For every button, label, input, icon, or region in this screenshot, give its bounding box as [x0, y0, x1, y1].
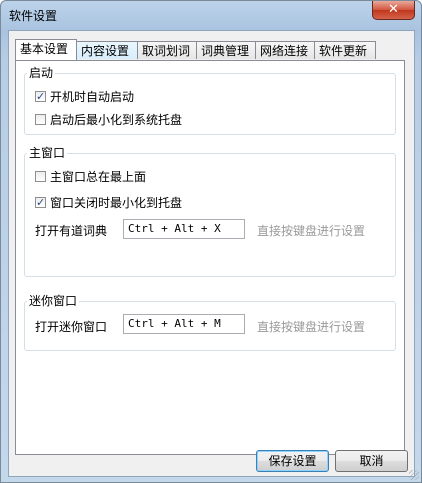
tab-word-capture[interactable]: 取词划词 [137, 41, 197, 59]
auto-start-checkbox-row[interactable]: ✓ 开机时自动启动 [35, 88, 134, 104]
window-title: 软件设置 [9, 9, 58, 23]
always-on-top-checkbox[interactable] [35, 170, 46, 182]
check-icon: ✓ [36, 89, 46, 103]
startup-group-title: 启动 [27, 64, 56, 81]
tab-software-update[interactable]: 软件更新 [314, 41, 376, 59]
settings-window: 软件设置 ✕ 基本设置 内容设置 取词划词 词典管理 网络连接 软件更新 启动 … [0, 0, 422, 483]
dialog-client-area: 基本设置 内容设置 取词划词 词典管理 网络连接 软件更新 启动 ✓ 开机时自动… [8, 30, 415, 477]
mini-window-group-title: 迷你窗口 [27, 292, 80, 309]
always-on-top-label: 主窗口总在最上面 [50, 169, 147, 184]
resize-grip[interactable] [409, 470, 419, 480]
minimize-to-tray-label: 启动后最小化到系统托盘 [50, 112, 183, 127]
open-mini-window-hotkey-hint: 直接按键盘进行设置 [257, 320, 366, 334]
close-button[interactable]: ✕ [372, 1, 415, 20]
close-to-tray-checkbox[interactable]: ✓ [35, 195, 46, 209]
auto-start-checkbox[interactable]: ✓ [35, 89, 46, 103]
tab-content-settings[interactable]: 内容设置 [76, 41, 138, 59]
always-on-top-checkbox-row[interactable]: 主窗口总在最上面 [35, 168, 146, 184]
tab-dictionary-management[interactable]: 词典管理 [196, 41, 256, 59]
tab-strip: 基本设置 内容设置 取词划词 词典管理 网络连接 软件更新 [15, 39, 405, 61]
check-icon: ✓ [36, 195, 46, 209]
open-dictionary-hotkey-input[interactable]: Ctrl + Alt + X [123, 219, 245, 239]
tab-basic-settings[interactable]: 基本设置 [15, 39, 77, 60]
open-mini-window-hotkey-input[interactable]: Ctrl + Alt + M [123, 314, 245, 334]
open-dictionary-hotkey-label: 打开有道词典 [35, 224, 108, 238]
cancel-button[interactable]: 取消 [335, 450, 408, 472]
mini-window-group: 迷你窗口 打开迷你窗口 Ctrl + Alt + M 直接按键盘进行设置 [24, 292, 396, 351]
basic-settings-panel: 启动 ✓ 开机时自动启动 启动后最小化到系统托盘 主窗口 主窗口总在最上面 ✓ … [15, 60, 405, 455]
close-to-tray-checkbox-row[interactable]: ✓ 窗口关闭时最小化到托盘 [35, 194, 182, 210]
auto-start-label: 开机时自动启动 [50, 89, 135, 104]
save-settings-button[interactable]: 保存设置 [256, 450, 329, 472]
open-mini-window-hotkey-label: 打开迷你窗口 [35, 320, 108, 334]
close-to-tray-label: 窗口关闭时最小化到托盘 [50, 195, 183, 210]
tab-network-connection[interactable]: 网络连接 [255, 41, 315, 59]
title-bar[interactable]: 软件设置 ✕ [1, 1, 421, 29]
minimize-to-tray-checkbox[interactable] [35, 113, 46, 125]
startup-group: 启动 ✓ 开机时自动启动 启动后最小化到系统托盘 [24, 64, 396, 135]
minimize-to-tray-checkbox-row[interactable]: 启动后最小化到系统托盘 [35, 111, 182, 127]
open-dictionary-hotkey-hint: 直接按键盘进行设置 [257, 224, 366, 238]
main-window-group-title: 主窗口 [27, 144, 68, 161]
main-window-group: 主窗口 主窗口总在最上面 ✓ 窗口关闭时最小化到托盘 打开有道词典 Ctrl +… [24, 144, 396, 277]
close-icon: ✕ [388, 2, 399, 17]
